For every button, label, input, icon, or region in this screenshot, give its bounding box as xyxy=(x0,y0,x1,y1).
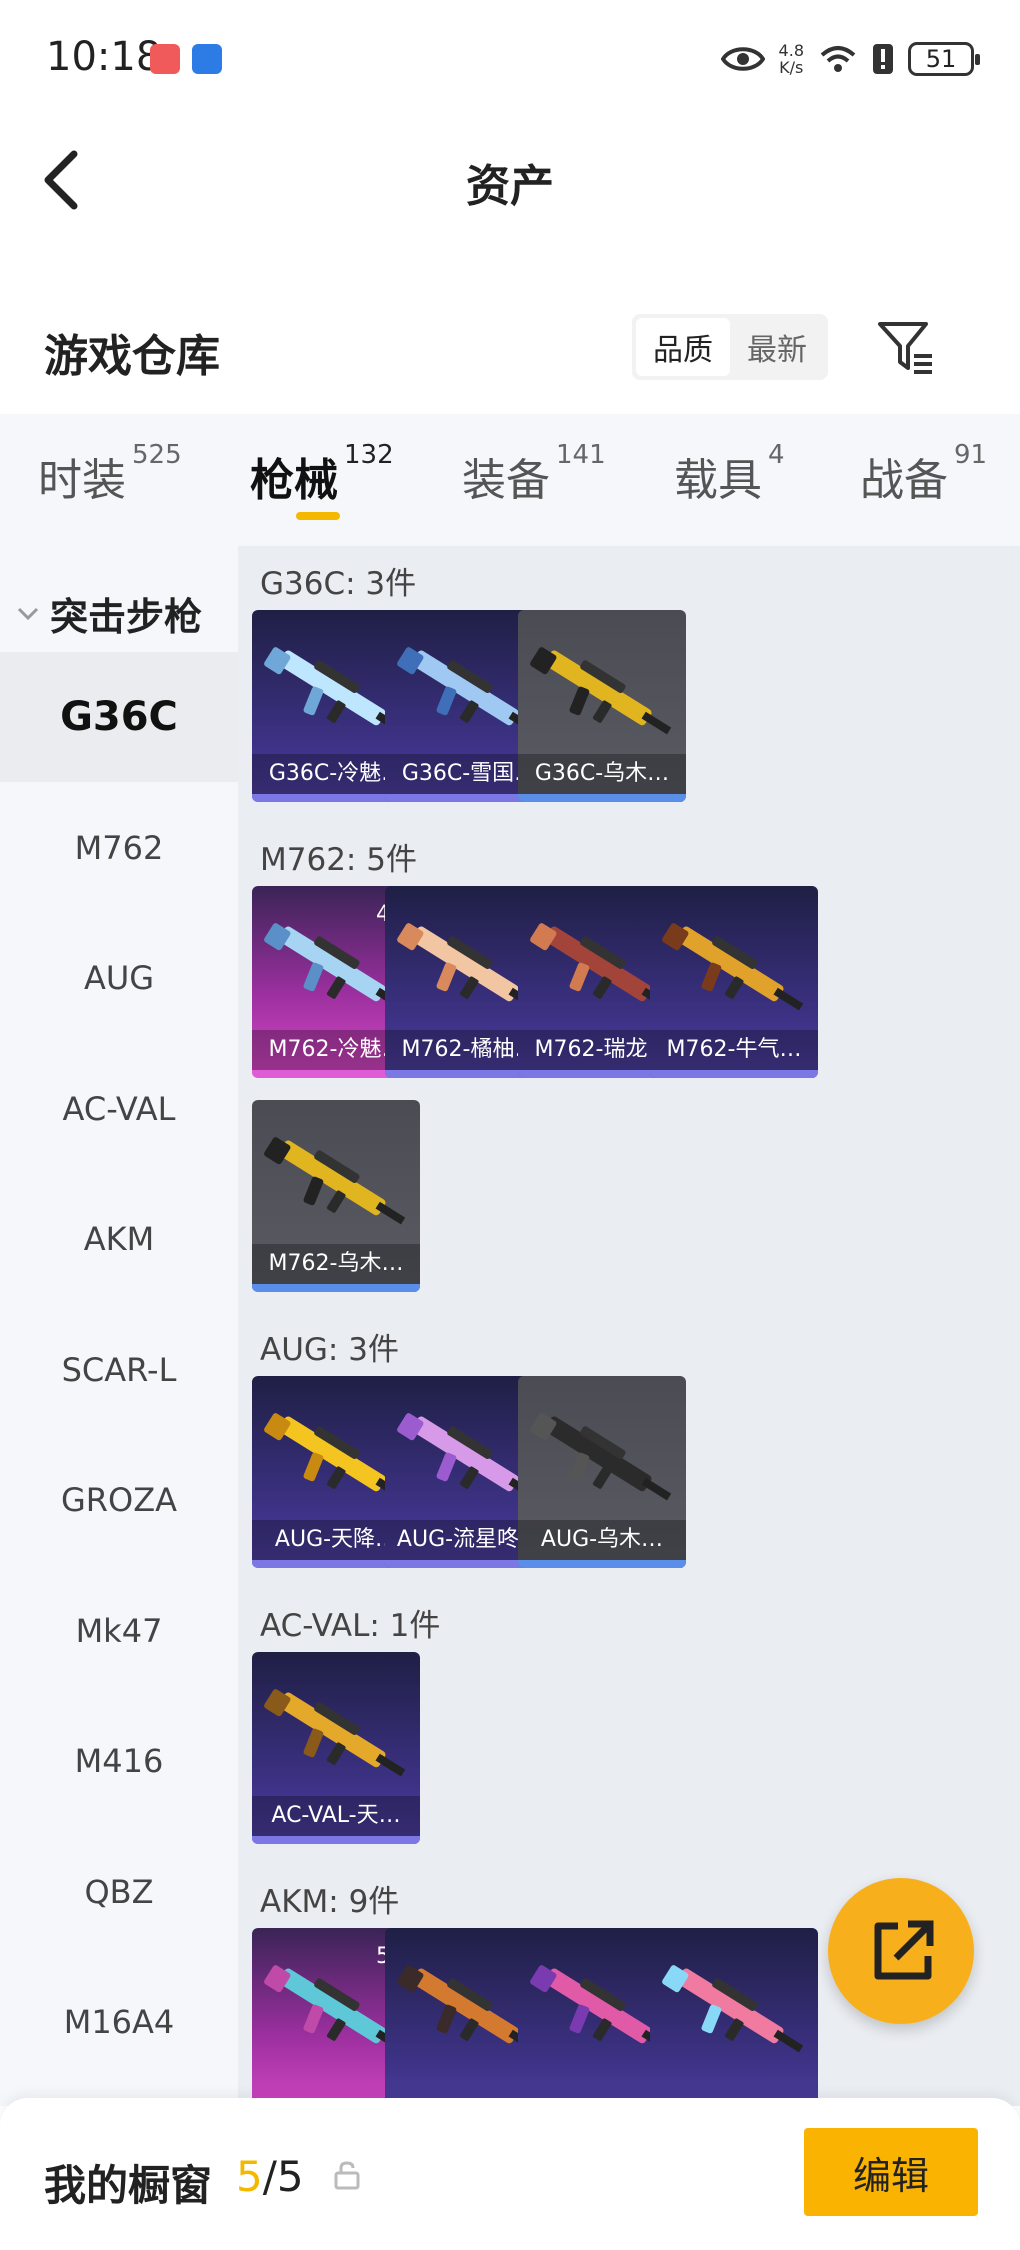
weapon-skin-card[interactable] xyxy=(650,1928,818,2106)
mail-app-icon xyxy=(150,44,180,74)
group-title: AUG: 3件 xyxy=(260,1332,399,1368)
sort-toggle: 品质 最新 xyxy=(632,314,828,380)
tab-equipment[interactable]: 装备 141 xyxy=(462,440,606,508)
quality-bar xyxy=(518,1560,686,1568)
sidebar-item-groza[interactable]: GROZA xyxy=(0,1435,238,1565)
group-title: AKM: 9件 xyxy=(260,1884,400,1920)
weapon-skin-image xyxy=(662,923,804,1011)
active-tab-indicator xyxy=(296,512,340,520)
sidebar-group-assault-rifles[interactable]: 突击步枪 xyxy=(16,586,202,641)
status-bar: 10:18 4.8 K/s 51 xyxy=(0,0,1020,110)
browser-app-icon xyxy=(192,44,222,74)
showcase-label: 我的橱窗 xyxy=(44,2161,213,2210)
sidebar-item-ac-val[interactable]: AC-VAL xyxy=(0,1044,238,1174)
battery-indicator: 51 xyxy=(908,42,980,76)
sidebar-item-aug[interactable]: AUG xyxy=(0,913,238,1043)
weapon-skin-card[interactable]: G36C-乌木… xyxy=(518,610,686,802)
alert-icon xyxy=(873,44,893,74)
quality-bar xyxy=(518,794,686,802)
sidebar-item-mk47[interactable]: Mk47 xyxy=(0,1566,238,1696)
weapon-skin-card[interactable]: M762-乌木… xyxy=(252,1100,420,1292)
tab-guns[interactable]: 枪械 132 xyxy=(250,440,394,508)
weapon-skin-name: M762-牛气… xyxy=(650,1030,818,1070)
weapon-skin-name: G36C-乌木… xyxy=(518,754,686,794)
weapon-skin-name: AUG-乌木… xyxy=(518,1520,686,1560)
weapon-skin-image xyxy=(264,1137,406,1225)
weapon-skin-name: AC-VAL-天… xyxy=(252,1796,420,1836)
category-tabs: 时装 525 枪械 132 装备 141 载具 4 战备 91 xyxy=(0,414,1020,546)
quality-bar xyxy=(252,1836,420,1844)
status-time: 10:18 xyxy=(46,34,162,80)
group-title: AC-VAL: 1件 xyxy=(260,1608,441,1644)
weapon-skin-card[interactable]: AUG-乌木… xyxy=(518,1376,686,1568)
weapon-list: G36C: 3件 G36C-冷魅… G36C-雪国… G36C-乌木… M762: 5件… xyxy=(238,546,1020,2106)
sidebar-item-g36c[interactable]: G36C xyxy=(0,652,238,782)
sidebar-item-akm[interactable]: AKM xyxy=(0,1174,238,1304)
weapon-skin-image xyxy=(530,647,672,735)
sidebar-item-qbz[interactable]: QBZ xyxy=(0,1827,238,1957)
lock-icon xyxy=(334,2161,360,2190)
sort-quality-button[interactable]: 品质 xyxy=(636,318,730,376)
tab-vehicles[interactable]: 载具 4 xyxy=(674,440,785,508)
weapon-skin-card[interactable]: M762-牛气… xyxy=(650,886,818,1078)
chevron-down-icon xyxy=(17,607,39,620)
weapon-skin-image xyxy=(662,1965,804,2053)
sidebar-item-m762[interactable]: M762 xyxy=(0,783,238,913)
wifi-icon xyxy=(820,46,856,72)
tab-battle-prep[interactable]: 战备 91 xyxy=(860,440,987,508)
group-title: M762: 5件 xyxy=(260,842,417,878)
sidebar-item-scar-l[interactable]: SCAR-L xyxy=(0,1305,238,1435)
eye-icon xyxy=(720,47,765,71)
assets-screen: 10:18 4.8 K/s 51 资产 游戏仓库 品质 最新 时装 525 枪械… xyxy=(0,0,1020,2250)
quality-bar xyxy=(650,1070,818,1078)
showcase-count: 5/5 xyxy=(236,2152,304,2201)
sidebar-item-m16a4[interactable]: M16A4 xyxy=(0,1957,238,2087)
group-title: G36C: 3件 xyxy=(260,566,417,602)
page-title: 资产 xyxy=(466,161,554,212)
weapon-skin-image xyxy=(530,1413,672,1501)
showcase-bar: 我的橱窗 5/5 编辑 xyxy=(0,2098,1020,2250)
tab-fashion[interactable]: 时装 525 xyxy=(38,440,182,508)
edit-button[interactable]: 编辑 xyxy=(804,2128,978,2216)
sidebar-item-m416[interactable]: M416 xyxy=(0,1696,238,1826)
share-icon xyxy=(874,1920,934,1980)
warehouse-title: 游戏仓库 xyxy=(44,331,220,382)
weapon-skin-image xyxy=(264,1689,406,1777)
weapon-skin-card[interactable]: AC-VAL-天… xyxy=(252,1652,420,1844)
sort-latest-button[interactable]: 最新 xyxy=(730,318,824,376)
network-speed: 4.8 K/s xyxy=(778,41,804,77)
weapon-skin-name: M762-乌木… xyxy=(252,1244,420,1284)
weapon-sidebar: 突击步枪 G36C M762 AUG AC-VAL AKM SCAR-L GROZA Mk47… xyxy=(0,546,238,2106)
filter-icon[interactable] xyxy=(876,318,936,378)
quality-bar xyxy=(252,1284,420,1292)
share-button[interactable] xyxy=(828,1878,974,2024)
